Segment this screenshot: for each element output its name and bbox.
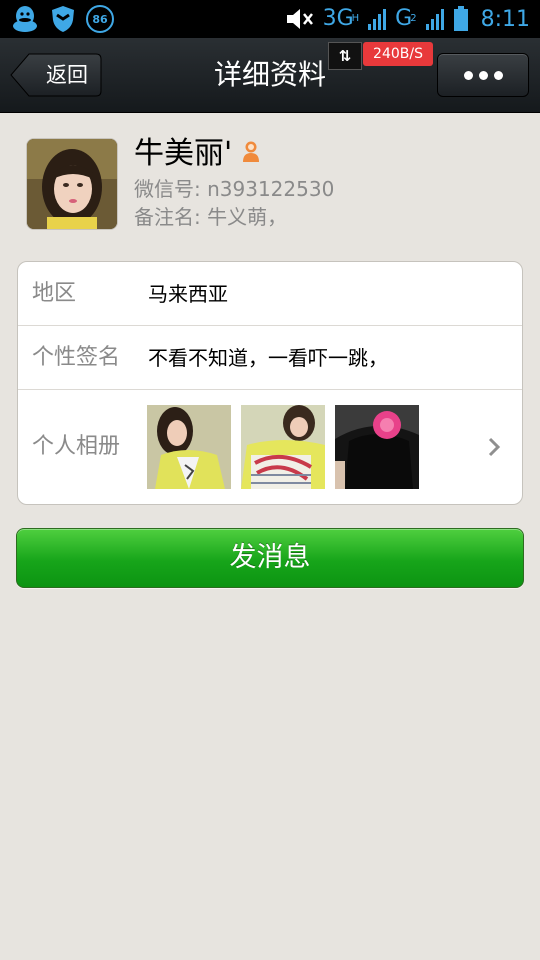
avatar-image [27,139,117,229]
signal-icon-2 [425,9,444,30]
wechat-id: 微信号: n393122530 [134,177,335,201]
ellipsis-icon [463,70,473,80]
signature-value: 不看不知道，一看吓一跳， [148,346,388,370]
ellipsis-icon-dot-3 [493,70,503,80]
status-bar-left: 86 [10,4,114,34]
status-bar-right: 3GH G2 8:11 [285,4,530,34]
album-row[interactable]: 个人相册 [18,390,522,504]
network-speed-badge: 240B/S [363,42,433,66]
qq-icon [13,6,37,32]
shield-icon [52,6,74,32]
remark-name: 备注名: 牛义萌， [134,205,288,229]
album-photo-2-image [241,405,325,489]
title-bar: 返回 详细资料 ⇅ 240B/S [0,38,540,113]
network-type-2: G2 [395,6,417,31]
album-photo-2[interactable] [241,405,325,489]
signature-label: 个性签名 [32,345,121,370]
status-bar: 86 3GH G2 8:11 [0,0,540,38]
more-button[interactable] [437,53,529,97]
back-button-label: 返回 [46,63,88,87]
album-photo-3-image [335,405,419,489]
ellipsis-icon-dot-2 [478,70,488,80]
mute-icon [286,9,313,29]
signal-icon [368,9,387,30]
region-row: 地区 马来西亚 [18,262,522,326]
album-label: 个人相册 [32,434,121,459]
back-button[interactable]: 返回 [10,53,102,97]
album-photo-1[interactable] [147,405,231,489]
battery-icon [453,6,468,31]
clock: 8:11 [480,6,530,32]
chevron-right-icon [488,437,501,457]
signature-row: 个性签名 不看不知道，一看吓一跳， [18,326,522,390]
album-photo-1-image [147,405,231,489]
notification-count-badge: 86 [86,5,114,33]
region-label: 地区 [32,281,77,306]
female-icon [243,141,259,162]
album-photo-3[interactable] [335,405,419,489]
avatar[interactable] [26,138,118,230]
nickname: 牛美丽' [134,136,233,171]
profile-details-card: 地区 马来西亚 个性签名 不看不知道，一看吓一跳， 个人相册 [17,261,523,505]
transfer-arrows-icon: ⇅ [328,42,362,70]
network-type: 3GH [322,6,360,31]
region-value: 马来西亚 [148,282,228,306]
send-message-button[interactable]: 发消息 [16,528,524,588]
